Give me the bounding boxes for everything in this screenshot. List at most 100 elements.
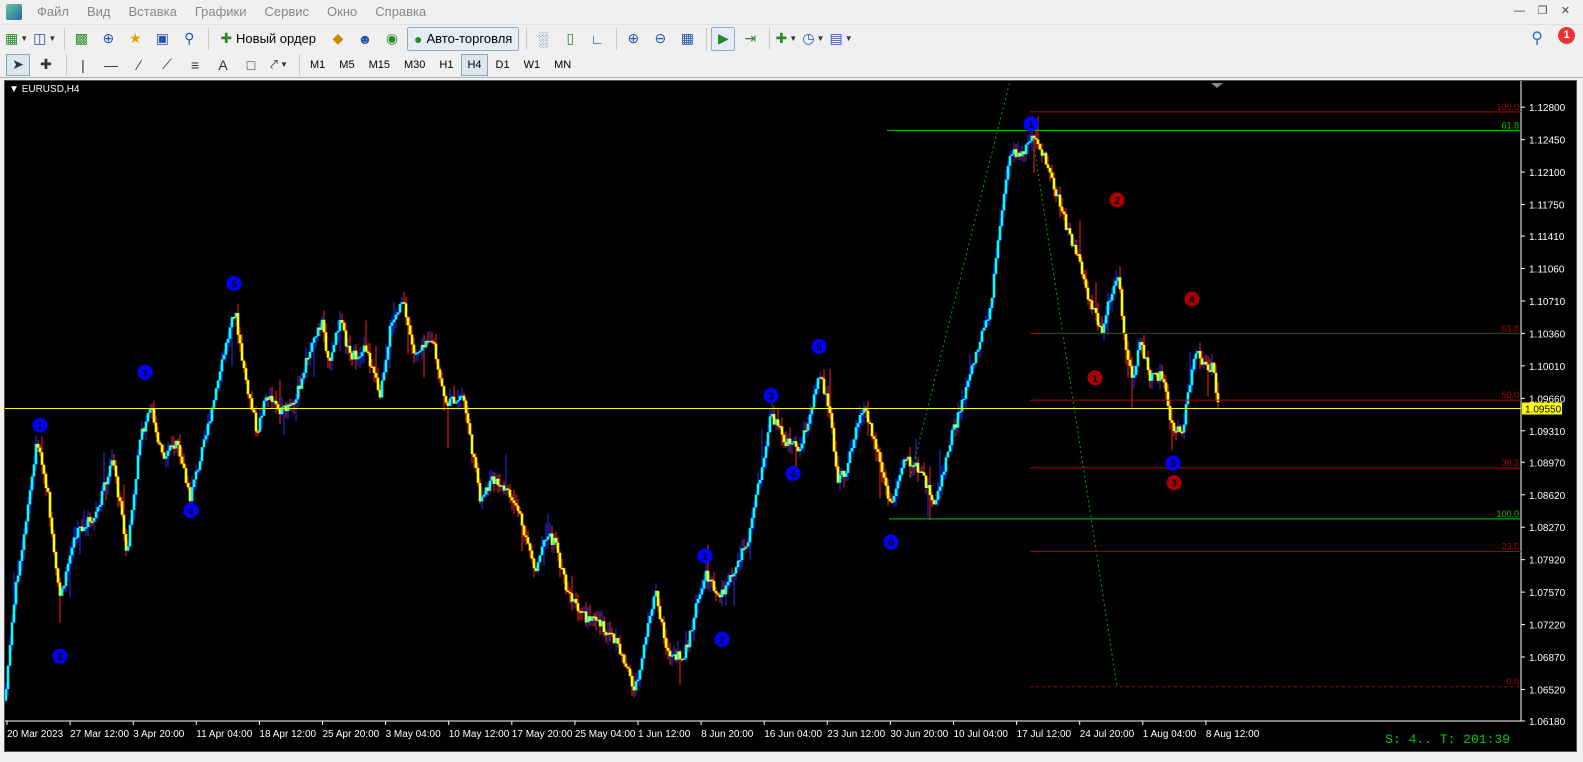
user-icon: ☻ (357, 30, 373, 47)
wave-label-text: 2 (57, 652, 63, 663)
timeframe-d1[interactable]: D1 (490, 54, 516, 76)
autoscroll-button[interactable]: ▶ (711, 26, 736, 51)
text-tool[interactable]: A (211, 54, 235, 76)
wave-label-text: 1 (702, 552, 708, 563)
chevron-down-icon: ▼ (844, 34, 853, 43)
price-tick-label: 1.10710 (1529, 297, 1566, 308)
date-tick-label: 1 Jun 12:00 (638, 729, 691, 740)
trendline-icon: ∕ (137, 56, 141, 73)
price-tick-label: 1.11750 (1529, 201, 1565, 212)
periods-button[interactable]: ◷ ▼ (801, 27, 825, 51)
candlestick-icon: ▯ (566, 30, 575, 46)
fibonacci-tool[interactable]: ≡ (183, 54, 207, 76)
metaeditor-icon: ◆ (332, 30, 344, 46)
signals-button[interactable]: ◉ (380, 27, 404, 51)
wave-label-text: 2 (1114, 196, 1120, 207)
timeframe-mn[interactable]: MN (548, 54, 577, 76)
market-watch-button[interactable]: ▩ (69, 27, 93, 51)
zoom-out-icon: ⊖ (654, 30, 667, 46)
market-watch-icon: ▩ (74, 30, 88, 46)
arrows-tool[interactable]: ⤤ ▼ (267, 54, 291, 76)
line-chart-button[interactable]: ∟ (585, 27, 609, 51)
text-icon: A (218, 56, 228, 73)
crosshair-tool[interactable]: ✚ (34, 54, 58, 76)
profiles-button[interactable]: ◫ ▼ (32, 27, 57, 51)
fibonacci-icon: ≡ (190, 56, 200, 73)
zoom-out-button[interactable]: ⊖ (648, 27, 672, 51)
auto-trading-label: Авто-торговля (426, 31, 513, 46)
channel-icon: ⟋ (162, 56, 172, 72)
candle-bodies (5, 135, 1220, 701)
bar-chart-button[interactable]: ░ (531, 27, 555, 51)
price-chart[interactable]: 1.12800 1.12450 1.12100 1.11750 1.11410 1.110… (5, 81, 1576, 751)
templates-button[interactable]: ▤ ▼ (828, 27, 853, 51)
profiles-icon: ◫ (33, 30, 47, 46)
bottom-strip (0, 752, 1583, 762)
new-order-button[interactable]: ✚ Новый ордер (213, 27, 323, 51)
current-price-label: 1.09550 (1525, 405, 1562, 416)
menu-window[interactable]: Окно (318, 0, 366, 24)
terminal-icon: ▣ (155, 30, 169, 46)
trendline-tool[interactable]: ∕ (127, 54, 151, 76)
navigator-button[interactable]: ★ (123, 27, 147, 51)
metaeditor-button[interactable]: ◆ (326, 27, 350, 51)
menu-tools[interactable]: Сервис (256, 0, 319, 24)
timeframe-w1[interactable]: W1 (518, 54, 547, 76)
new-chart-button[interactable]: ▦ ▼ (4, 27, 29, 51)
new-order-label: Новый ордер (236, 31, 316, 46)
price-tick-label: 1.06180 (1529, 717, 1566, 728)
menu-insert[interactable]: Вставка (120, 0, 186, 24)
restore-icon[interactable]: ❐ (1535, 4, 1550, 18)
symbol-name: EURUSD,H4 (21, 84, 80, 95)
auto-trading-button[interactable]: ● Авто-торговля (407, 26, 520, 51)
wave-label-text: 5 (816, 342, 822, 353)
wave-label-text: 3 (768, 392, 774, 403)
horizontal-line-tool[interactable]: — (99, 54, 123, 76)
timeframe-h4[interactable]: H4 (461, 53, 488, 76)
price-tick-label: 1.07570 (1529, 588, 1566, 599)
indicators-button[interactable]: ✚ ▼ (774, 27, 798, 51)
menu-view[interactable]: Вид (78, 0, 120, 24)
chart-shift-marker (1211, 83, 1223, 88)
tile-windows-button[interactable]: ▦ (675, 27, 699, 51)
timeframe-m15[interactable]: M15 (363, 54, 396, 76)
date-tick-label: 20 Mar 2023 (7, 729, 64, 740)
date-tick-label: 24 Jul 20:00 (1080, 729, 1135, 740)
menu-charts[interactable]: Графики (186, 0, 256, 24)
close-icon[interactable]: ✕ (1558, 4, 1573, 18)
indicators-icon: ✚ (775, 30, 788, 46)
zoom-in-button[interactable]: ⊕ (621, 27, 645, 51)
new-order-icon: ✚ (220, 30, 233, 46)
timeframe-h1[interactable]: H1 (433, 54, 459, 76)
candlestick-button[interactable]: ▯ (558, 27, 582, 51)
chart-shift-button[interactable]: ⇥ (738, 27, 762, 51)
terminal-button[interactable]: ▣ (150, 27, 174, 51)
chart-window[interactable]: 1.12800 1.12450 1.12100 1.11750 1.11410 1.110… (4, 80, 1577, 752)
menu-file[interactable]: Файл (28, 0, 78, 24)
timeframe-m5[interactable]: M5 (333, 54, 360, 76)
channel-tool[interactable]: ⟋ (155, 54, 179, 76)
price-tick-label: 1.06870 (1529, 653, 1566, 664)
tile-icon: ▦ (680, 30, 694, 46)
date-tick-label: 23 Jun 12:00 (827, 729, 885, 740)
fibo-level-label: 50.0 (1501, 390, 1519, 400)
menu-help[interactable]: Справка (366, 0, 435, 24)
date-tick-label: 16 Jun 04:00 (764, 729, 822, 740)
minimize-icon[interactable]: — (1512, 4, 1527, 18)
notification-badge[interactable]: 1 (1558, 27, 1575, 44)
timeframe-m30[interactable]: M30 (398, 54, 431, 76)
strategy-tester-button[interactable]: ⚲ (177, 27, 201, 51)
data-window-button[interactable]: ⊕ (96, 27, 120, 51)
search-icon[interactable]: ⚲ (1531, 28, 1543, 48)
experts-button[interactable]: ☻ (353, 27, 377, 51)
price-tick-label: 1.10360 (1529, 329, 1566, 340)
vertical-line-tool[interactable]: | (71, 54, 95, 76)
price-tick-label: 1.10010 (1529, 362, 1566, 373)
label-tool[interactable]: □ (239, 54, 263, 76)
timeframe-m1[interactable]: M1 (304, 54, 331, 76)
cursor-tool[interactable]: ➤ (6, 53, 30, 76)
fibo-level-label: 61.8 (1501, 120, 1519, 130)
price-tick-label: 1.12100 (1529, 168, 1566, 179)
chart-shift-icon: ⇥ (744, 30, 757, 46)
wave-label-text: 4 (188, 507, 194, 518)
